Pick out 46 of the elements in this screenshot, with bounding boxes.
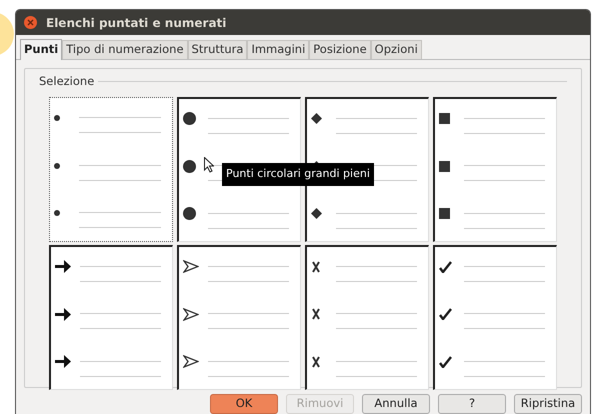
dialog-button[interactable]: Ripristina [514,394,582,414]
group-label: Selezione [39,73,94,90]
square-icon [439,160,450,172]
square-icon [439,208,450,220]
check-icon [439,308,452,320]
tooltip: Punti circolari grandi pieni [222,163,374,186]
dialog-button[interactable]: ? [438,394,506,414]
cross-icon [311,356,321,368]
dot-icon [54,210,60,216]
tab[interactable]: Punti [20,39,62,60]
dot-icon [54,162,60,169]
square-icon [439,113,450,124]
dot-icon [54,115,60,122]
bullet-style-option[interactable] [433,97,557,242]
bullet-style-option[interactable] [49,245,173,390]
bullet-style-option[interactable] [305,245,429,390]
arrowhead-icon [183,355,199,368]
close-button[interactable] [24,16,37,29]
arrow-icon [55,355,71,368]
dot-icon [183,207,196,220]
tab[interactable]: Struttura [188,40,248,59]
arrowhead-icon [183,260,199,274]
bullet-style-option[interactable] [177,97,301,242]
mouse-cursor-icon [204,157,214,173]
dot-icon [183,112,196,126]
cross-icon [311,260,321,273]
tab[interactable]: Opzioni [370,40,422,59]
tab[interactable]: Tipo di numerazione [62,40,188,59]
tab[interactable]: Posizione [309,40,371,59]
check-icon [439,356,452,368]
check-icon [439,260,452,273]
close-icon [27,19,34,26]
dialog-button[interactable]: Annulla [362,394,430,414]
diamond-icon [311,208,322,220]
dot-icon [183,160,196,173]
bullet-style-option[interactable] [177,245,301,390]
arrow-icon [55,308,71,321]
diamond-icon [311,113,322,124]
arrowhead-icon [183,308,199,321]
window-title: Elenchi puntati e numerati [46,14,226,32]
arrow-icon [55,260,71,274]
bullet-style-option[interactable] [305,97,429,242]
tab[interactable]: Immagini [247,40,310,59]
bullet-style-option[interactable] [433,245,557,390]
cross-icon [311,308,321,320]
dialog-button[interactable]: OK [210,394,278,414]
